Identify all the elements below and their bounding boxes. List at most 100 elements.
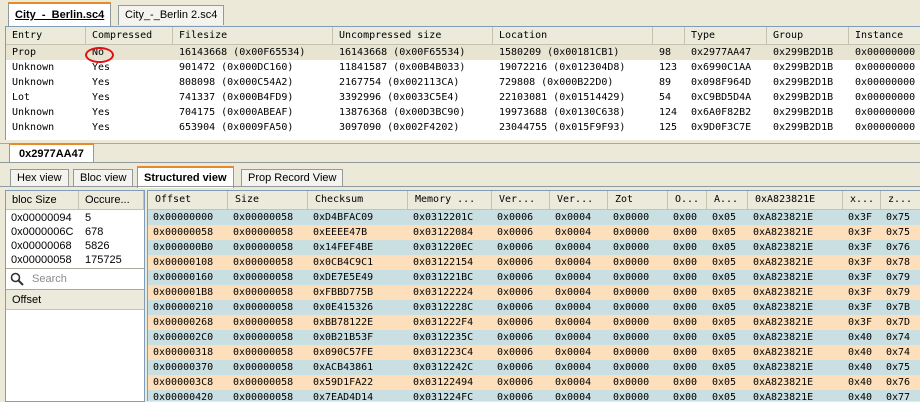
file-tab-city-berlin[interactable]: City_-_Berlin.sc4 (8, 2, 112, 26)
column-header-filesize[interactable]: Filesize (173, 27, 333, 44)
struct-cell: 0x0000 (613, 272, 650, 283)
struct-cell: 0x0006 (497, 377, 534, 388)
struct-cell: 0x00 (673, 272, 698, 283)
column-header-group[interactable]: Group (767, 27, 849, 44)
struct-cell: 0x7D (886, 317, 911, 328)
entry-row[interactable]: Unknown Yes 901472 (0x000DC160) 11841587 (0… (6, 60, 920, 75)
struct-cell: 0x00000268 (153, 317, 214, 328)
struct-cell: 0x0000 (613, 287, 650, 298)
column-header-compressed[interactable]: Compressed (86, 27, 173, 44)
bloc-row[interactable]: 0x00000068 5826 (6, 239, 144, 253)
column-header-occurrences[interactable]: Occure... (79, 191, 144, 209)
struct-cell: 0x3F (848, 272, 873, 283)
column-header-type[interactable]: Type (685, 27, 767, 44)
struct-row[interactable]: 0x000001B8 0x00000058 0xFBBD775B 0x03122224… (148, 285, 920, 300)
search-field[interactable]: Search (6, 268, 144, 290)
column-header-version-2[interactable]: Ver... (550, 191, 608, 209)
entry-cell: 19072216 (0x012304D8) (499, 62, 626, 73)
bloc-row[interactable]: 0x00000058 175725 (6, 253, 144, 267)
bloc-size-cell: 0x00000094 (11, 212, 72, 224)
search-icon (10, 272, 24, 286)
struct-cell: 0x000000B0 (153, 242, 214, 253)
struct-cell: 0x0000 (613, 392, 650, 401)
entry-cell: Unknown (12, 107, 55, 118)
column-header-x[interactable]: x... (843, 191, 881, 209)
column-header-version-1[interactable]: Ver... (492, 191, 550, 209)
entry-row[interactable]: Prop No 16143668 (0x00F65534) 16143668 (0x0… (6, 45, 920, 60)
struct-cell: 0x000001B8 (153, 287, 214, 298)
struct-cell: 0xA823821E (753, 377, 814, 388)
struct-cell: 0x75 (886, 227, 911, 238)
struct-row[interactable]: 0x000000B0 0x00000058 0x14FEF4BE 0x031220EC… (148, 240, 920, 255)
struct-cell: 0x00000108 (153, 257, 214, 268)
struct-cell: 0x0006 (497, 212, 534, 223)
structured-table: Offset Size Checksum Memory ... Ver... V… (147, 190, 920, 401)
struct-cell: 0x000002C0 (153, 332, 214, 343)
column-header-memory[interactable]: Memory ... (408, 191, 492, 209)
struct-row[interactable]: 0x000002C0 0x00000058 0x0B21B53F 0x0312235C… (148, 330, 920, 345)
column-header-zot[interactable]: Zot (608, 191, 668, 209)
struct-cell: 0x79 (886, 272, 911, 283)
struct-cell: 0xA823821E (753, 347, 814, 358)
struct-row[interactable]: 0x00000108 0x00000058 0x0CB4C9C1 0x03122154… (148, 255, 920, 270)
column-header-index[interactable] (653, 27, 685, 44)
struct-cell: 0x031220EC (413, 242, 474, 253)
column-header-bloc-size[interactable]: bloc Size (6, 191, 79, 209)
struct-cell: 0x00000058 (233, 242, 294, 253)
struct-cell: 0x0B21B53F (313, 332, 374, 343)
tab-instance[interactable]: 0x2977AA47 (9, 143, 94, 163)
tab-hex-view[interactable]: Hex view (10, 169, 69, 187)
bloc-size-cell: 0x00000068 (11, 240, 72, 252)
entry-row[interactable]: Unknown Yes 704175 (0x000ABEAF) 13876368 (0… (6, 105, 920, 120)
bloc-row[interactable]: 0x0000006C 678 (6, 225, 144, 239)
struct-cell: 0xA823821E (753, 362, 814, 373)
column-header-0xa823821e[interactable]: 0xA823821E (748, 191, 843, 209)
struct-row[interactable]: 0x00000210 0x00000058 0x0E415326 0x0312228C… (148, 300, 920, 315)
column-header-entry[interactable]: Entry (6, 27, 86, 44)
struct-row[interactable]: 0x000003C8 0x00000058 0x59D1FA22 0x03122494… (148, 375, 920, 390)
entry-row[interactable]: Lot Yes 741337 (0x000B4FD9) 3392996 (0x0033… (6, 90, 920, 105)
struct-cell: 0x0006 (497, 362, 534, 373)
entry-cell: 729808 (0x000B22D0) (499, 77, 614, 88)
entry-cell: 1580209 (0x00181CB1) (499, 47, 620, 58)
column-header-z[interactable]: z... (881, 191, 920, 209)
struct-cell: 0x05 (712, 302, 737, 313)
tab-structured-view[interactable]: Structured view (137, 166, 234, 188)
struct-row[interactable]: 0x00000058 0x00000058 0xEEEE47B 0x03122084 0… (148, 225, 920, 240)
entry-cell: 0x00000000 (855, 77, 916, 88)
struct-cell: 0x0000 (613, 332, 650, 343)
struct-cell: 0xA823821E (753, 302, 814, 313)
entry-cell: 16143668 (0x00F65534) (339, 47, 466, 58)
struct-row[interactable]: 0x00000268 0x00000058 0xBB78122E 0x031222F4… (148, 315, 920, 330)
search-placeholder: Search (32, 273, 67, 285)
column-header-size[interactable]: Size (228, 191, 308, 209)
column-header-uncompressed-size[interactable]: Uncompressed size (333, 27, 493, 44)
struct-row[interactable]: 0x00000420 0x00000058 0x7EAD4D14 0x031224FC… (148, 390, 920, 401)
file-tab-city-berlin-2[interactable]: City_-_Berlin 2.sc4 (118, 5, 225, 25)
column-header-a[interactable]: A... (707, 191, 748, 209)
struct-cell: 0x0004 (555, 212, 592, 223)
tab-prop-record-view[interactable]: Prop Record View (241, 169, 344, 187)
struct-cell: 0x3F (848, 242, 873, 253)
entry-cell: 123 (659, 62, 678, 73)
struct-cell: 0x78 (886, 257, 911, 268)
column-header-checksum[interactable]: Checksum (308, 191, 408, 209)
structured-table-header: Offset Size Checksum Memory ... Ver... V… (148, 191, 920, 210)
struct-row[interactable]: 0x00000160 0x00000058 0xDE7E5E49 0x031221BC… (148, 270, 920, 285)
column-header-instance[interactable]: Instance (849, 27, 920, 44)
column-header-location[interactable]: Location (493, 27, 653, 44)
column-header-o[interactable]: O... (668, 191, 707, 209)
bloc-row[interactable]: 0x00000094 5 (6, 211, 144, 225)
entry-row[interactable]: Unknown Yes 653904 (0x0009FA50) 3097090 (0x… (6, 120, 920, 135)
splitter[interactable] (0, 140, 920, 144)
struct-row[interactable]: 0x00000370 0x00000058 0xACB43861 0x0312242C… (148, 360, 920, 375)
entry-cell: 0x299B2D1B (773, 47, 834, 58)
column-header-offset[interactable]: Offset (148, 191, 228, 209)
struct-row[interactable]: 0x00000318 0x00000058 0x090C57FE 0x031223C4… (148, 345, 920, 360)
struct-cell: 0x74 (886, 347, 911, 358)
struct-row[interactable]: 0x00000000 0x00000058 0xD4BFAC09 0x0312201C… (148, 210, 920, 225)
tab-bloc-view[interactable]: Bloc view (73, 169, 134, 187)
entry-row[interactable]: Unknown Yes 808098 (0x000C54A2) 2167754 (0x… (6, 75, 920, 90)
offset-column-header[interactable]: Offset (6, 290, 144, 310)
occurrence-cell: 678 (85, 226, 104, 238)
